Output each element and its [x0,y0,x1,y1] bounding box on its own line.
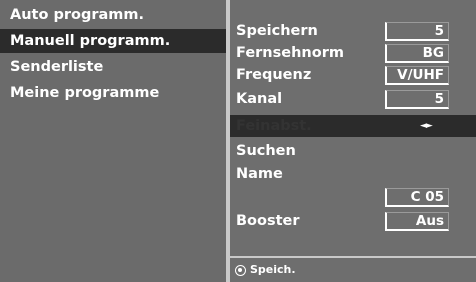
menu-item-label: Auto programm. [10,7,145,23]
ok-button-icon [235,265,246,276]
menu-item-label: Manuell programm. [10,33,171,49]
row-feinabst[interactable]: Feinabst. ◄► [230,115,476,137]
footer-label: Speich. [250,263,296,276]
kanal-value[interactable]: 5 [385,90,449,109]
row-fernsehnorm[interactable]: Fernsehnorm BG [230,42,476,64]
row-kanal[interactable]: Kanal 5 [230,88,476,110]
menu-item-label: Meine programme [10,85,160,101]
booster-value[interactable]: Aus [385,212,449,231]
fernsehnorm-label: Fernsehnorm [236,45,344,61]
row-frequenz[interactable]: Frequenz V/UHF [230,64,476,86]
menu-item-auto-programm[interactable]: Auto programm. [0,3,226,27]
row-speichern[interactable]: Speichern 5 [230,20,476,42]
booster-label: Booster [236,213,300,229]
speichern-value[interactable]: 5 [385,22,449,41]
footer-hint: Speich. [230,258,476,282]
menu-item-senderliste[interactable]: Senderliste [0,55,226,79]
row-name[interactable]: Name [230,163,476,185]
frequenz-value[interactable]: V/UHF [385,66,449,85]
frequenz-label: Frequenz [236,67,312,83]
programme-menu: Auto programm. Manuell programm. Senderl… [0,0,226,282]
name-label: Name [236,166,283,182]
row-name-value[interactable]: C 05 [230,186,476,208]
row-booster[interactable]: Booster Aus [230,210,476,232]
menu-item-manuell-programm[interactable]: Manuell programm. [0,29,226,53]
kanal-label: Kanal [236,91,283,107]
fernsehnorm-value[interactable]: BG [385,44,449,63]
menu-item-meine-programme[interactable]: Meine programme [0,81,226,105]
name-value[interactable]: C 05 [385,188,449,207]
row-suchen[interactable]: Suchen [230,140,476,162]
speichern-label: Speichern [236,23,318,39]
left-right-arrows-icon[interactable]: ◄► [420,115,433,137]
feinabst-label: Feinabst. [236,118,312,134]
manual-tuning-panel: Speichern 5 Fernsehnorm BG Frequenz V/UH… [230,0,476,282]
menu-item-label: Senderliste [10,59,104,75]
suchen-label: Suchen [236,143,296,159]
